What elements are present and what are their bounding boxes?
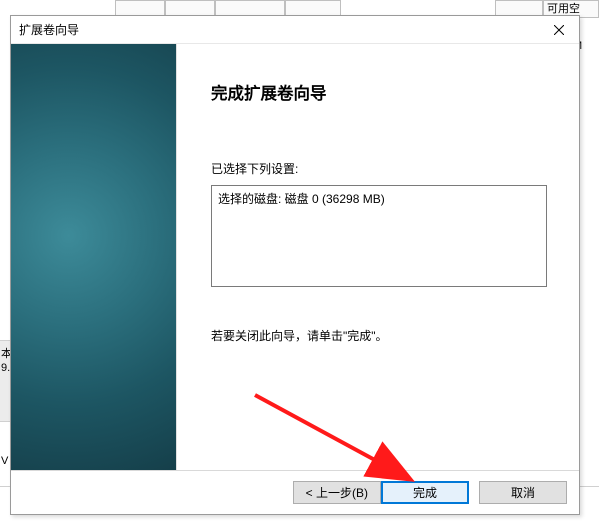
wizard-content: 完成扩展卷向导 已选择下列设置: 选择的磁盘: 磁盘 0 (36298 MB) … xyxy=(177,44,579,470)
page-heading: 完成扩展卷向导 xyxy=(211,80,551,104)
bg-text: 9. xyxy=(1,362,10,374)
close-button[interactable] xyxy=(539,16,579,43)
settings-label: 已选择下列设置: xyxy=(211,160,551,177)
wizard-window: 扩展卷向导 完成扩展卷向导 已选择下列设置: 选择的磁盘: 磁盘 0 (3629… xyxy=(10,15,580,515)
finish-button[interactable]: 完成 xyxy=(381,481,469,504)
wizard-side-graphic xyxy=(11,44,177,470)
titlebar: 扩展卷向导 xyxy=(11,16,579,44)
close-instruction: 若要关闭此向导，请单击"完成"。 xyxy=(211,327,551,344)
wizard-body: 完成扩展卷向导 已选择下列设置: 选择的磁盘: 磁盘 0 (36298 MB) … xyxy=(11,44,579,470)
settings-box: 选择的磁盘: 磁盘 0 (36298 MB) xyxy=(211,185,547,287)
cancel-button[interactable]: 取消 xyxy=(479,481,567,504)
window-title: 扩展卷向导 xyxy=(19,21,79,38)
button-row: < 上一步(B) 完成 取消 xyxy=(11,470,579,514)
bg-text: V xyxy=(1,455,8,467)
close-icon xyxy=(554,25,564,35)
selected-disk-line: 选择的磁盘: 磁盘 0 (36298 MB) xyxy=(218,190,540,207)
back-button[interactable]: < 上一步(B) xyxy=(293,481,381,504)
